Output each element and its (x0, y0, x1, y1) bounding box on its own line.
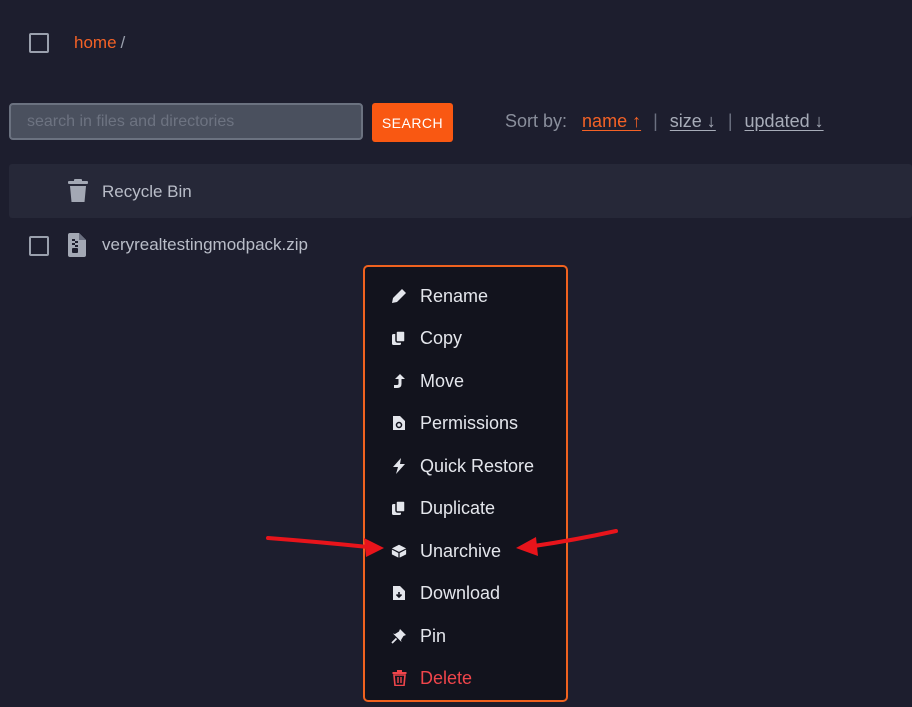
sort-label: Sort by: (505, 111, 568, 131)
breadcrumb-separator: / (120, 33, 126, 52)
copy-icon (391, 330, 407, 346)
menu-item-label: Quick Restore (420, 455, 535, 476)
menu-item-rename[interactable]: Rename (391, 281, 566, 311)
file-name: veryrealtestingmodpack.zip (102, 235, 308, 254)
file-manager-page: home/ SEARCH Sort by: name ↑ | size ↓ | … (0, 0, 912, 707)
menu-item-permissions[interactable]: Permissions (391, 408, 566, 438)
file-context-menu: Rename Copy Move Permissions Quick Resto (363, 265, 568, 702)
sort-by-name-link[interactable]: name ↑ (582, 111, 641, 131)
box-open-icon (391, 543, 407, 559)
menu-item-copy[interactable]: Copy (391, 323, 566, 353)
file-download-icon (391, 585, 407, 601)
breadcrumb-home-link[interactable]: home (74, 33, 117, 52)
menu-item-label: Rename (420, 285, 489, 306)
menu-item-delete[interactable]: Delete (391, 663, 566, 693)
file-archive-icon (68, 233, 90, 257)
menu-item-pin[interactable]: Pin (391, 621, 566, 651)
menu-item-label: Move (420, 370, 465, 391)
pencil-icon (391, 288, 407, 304)
move-arrow-icon (391, 373, 407, 389)
file-row-recycle-bin[interactable]: Recycle Bin (9, 164, 912, 218)
sort-separator: | (653, 111, 658, 131)
file-select-checkbox[interactable] (29, 236, 49, 256)
menu-item-label: Permissions (420, 412, 519, 433)
search-button[interactable]: SEARCH (372, 103, 453, 142)
menu-item-download[interactable]: Download (391, 578, 566, 608)
sort-bar: Sort by: name ↑ | size ↓ | updated ↓ (505, 110, 828, 132)
trash-icon (391, 670, 407, 686)
search-input[interactable] (9, 103, 363, 140)
menu-item-unarchive[interactable]: Unarchive (391, 536, 566, 566)
menu-item-label: Download (420, 582, 501, 603)
file-name: Recycle Bin (102, 182, 192, 201)
menu-item-label: Copy (420, 327, 463, 348)
menu-item-label: Unarchive (420, 540, 502, 561)
menu-item-quick-restore[interactable]: Quick Restore (391, 451, 566, 481)
breadcrumb: home / (74, 32, 125, 54)
sort-separator: | (727, 111, 733, 131)
sort-by-updated-link[interactable]: updated ↓ (745, 111, 824, 131)
menu-item-label: Duplicate (420, 497, 496, 518)
pin-icon (391, 628, 407, 644)
bolt-icon (391, 458, 407, 474)
file-row-zip[interactable]: veryrealtestingmodpack.zip (9, 218, 912, 272)
menu-item-label: Pin (420, 625, 447, 646)
duplicate-icon (391, 500, 407, 516)
menu-item-duplicate[interactable]: Duplicate (391, 493, 566, 523)
menu-item-move[interactable]: Move (391, 366, 566, 396)
select-all-checkbox[interactable] (29, 33, 49, 53)
menu-item-label: Delete (420, 667, 473, 688)
trash-icon (67, 179, 89, 203)
file-permissions-icon (391, 415, 407, 431)
sort-by-size-link[interactable]: size ↓ (670, 111, 716, 131)
